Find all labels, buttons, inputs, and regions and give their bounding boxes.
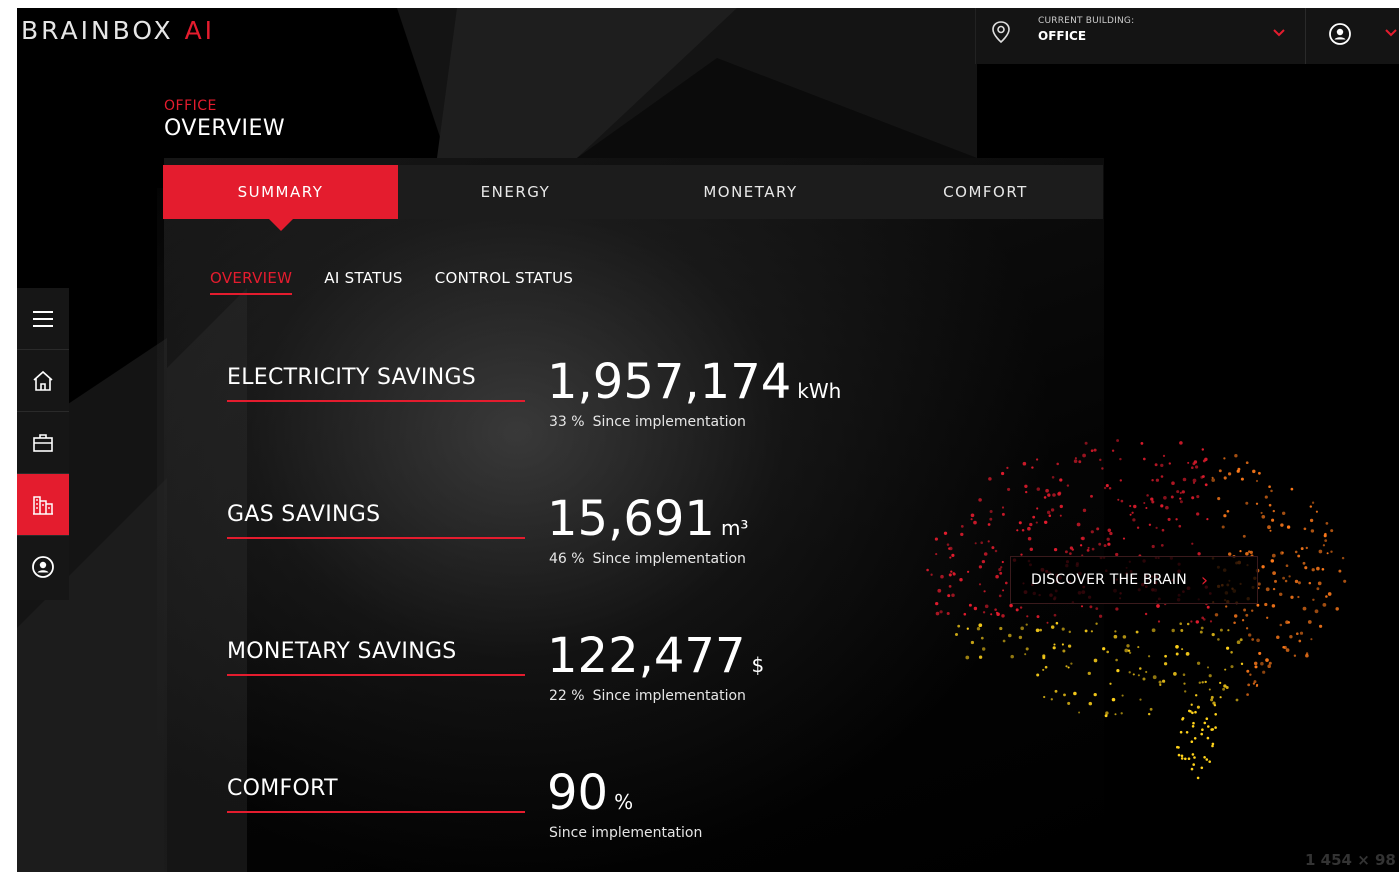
tab-energy[interactable]: ENERGY <box>398 165 633 219</box>
value-unit: kWh <box>797 379 842 403</box>
tab-monetary[interactable]: MONETARY <box>633 165 868 219</box>
page-title: OVERVIEW <box>164 116 286 141</box>
user-menu[interactable] <box>1305 8 1399 64</box>
metric-sub-gas: 46 % Since implementation <box>549 551 746 567</box>
value-number: 122,477 <box>547 628 746 684</box>
briefcase-icon <box>33 433 53 452</box>
subtab-overview[interactable]: OVERVIEW <box>210 269 293 295</box>
since-text: Since implementation <box>592 688 746 704</box>
percent-value: 33 % <box>549 414 585 430</box>
buildings-icon <box>33 495 53 515</box>
sidebar-nav <box>17 288 69 600</box>
building-value: OFFICE <box>1038 29 1087 43</box>
tab-comfort[interactable]: COMFORT <box>868 165 1103 219</box>
value-unit: m³ <box>720 516 749 540</box>
metric-label-comfort: COMFORT <box>227 776 525 813</box>
tab-summary[interactable]: SUMMARY <box>163 165 398 231</box>
value-number: 1,957,174 <box>547 354 792 410</box>
sidebar-item-home[interactable] <box>17 350 69 412</box>
percent-value: 46 % <box>549 551 585 567</box>
chevron-down-icon[interactable] <box>1272 28 1286 38</box>
sub-tabs: OVERVIEW AI STATUS CONTROL STATUS <box>210 269 573 295</box>
app-window: BRAINBOX AI CURRENT BUILDING: OFFICE OFF… <box>17 8 1399 872</box>
value-unit: % <box>614 790 634 814</box>
since-text: Since implementation <box>592 414 746 430</box>
percent-value: 22 % <box>549 688 585 704</box>
metric-label-monetary: MONETARY SAVINGS <box>227 639 525 676</box>
metric-value-comfort: 90% <box>547 765 633 821</box>
user-icon <box>32 556 54 578</box>
value-number: 90 <box>547 765 609 821</box>
discover-label: DISCOVER THE BRAIN <box>1031 572 1187 588</box>
sidebar-item-menu[interactable] <box>17 288 69 350</box>
chevron-right-icon: › <box>1200 569 1209 591</box>
subtab-ai-status[interactable]: AI STATUS <box>324 269 402 295</box>
metric-value-monetary: 122,477 $ <box>547 628 764 684</box>
breadcrumb-site[interactable]: OFFICE <box>164 98 217 114</box>
logo-accent: AI <box>184 16 216 45</box>
main-tabs: SUMMARY ENERGY MONETARY COMFORT <box>163 165 1103 231</box>
menu-icon <box>33 310 53 327</box>
value-number: 15,691 <box>547 491 715 547</box>
chevron-down-icon[interactable] <box>1384 28 1398 38</box>
metric-sub-comfort: Since implementation <box>549 825 702 841</box>
metric-value-gas: 15,691 m³ <box>547 491 748 547</box>
since-text: Since implementation <box>549 825 703 841</box>
user-circle-icon <box>1329 23 1351 45</box>
since-text: Since implementation <box>592 551 746 567</box>
location-pin-icon <box>992 21 1010 44</box>
sidebar-item-portfolio[interactable] <box>17 412 69 474</box>
brand-logo[interactable]: BRAINBOX AI <box>21 16 215 45</box>
metric-label-electricity: ELECTRICITY SAVINGS <box>227 365 525 402</box>
image-size-caption: 1 454 × 98 <box>1305 851 1396 869</box>
sidebar-item-buildings[interactable] <box>17 474 69 536</box>
building-label: CURRENT BUILDING: <box>1038 16 1135 26</box>
sidebar-item-account[interactable] <box>17 536 69 598</box>
value-unit: $ <box>751 653 765 677</box>
subtab-control-status[interactable]: CONTROL STATUS <box>435 269 574 295</box>
metric-value-electricity: 1,957,174 kWh <box>547 354 841 410</box>
building-selector[interactable]: CURRENT BUILDING: OFFICE <box>975 8 1305 64</box>
home-icon <box>33 370 53 391</box>
metric-sub-electricity: 33 % Since implementation <box>549 414 746 430</box>
logo-text: BRAINBOX <box>21 16 185 45</box>
discover-brain-button[interactable]: DISCOVER THE BRAIN › <box>1010 556 1258 604</box>
metric-sub-monetary: 22 % Since implementation <box>549 688 746 704</box>
metric-label-gas: GAS SAVINGS <box>227 502 525 539</box>
